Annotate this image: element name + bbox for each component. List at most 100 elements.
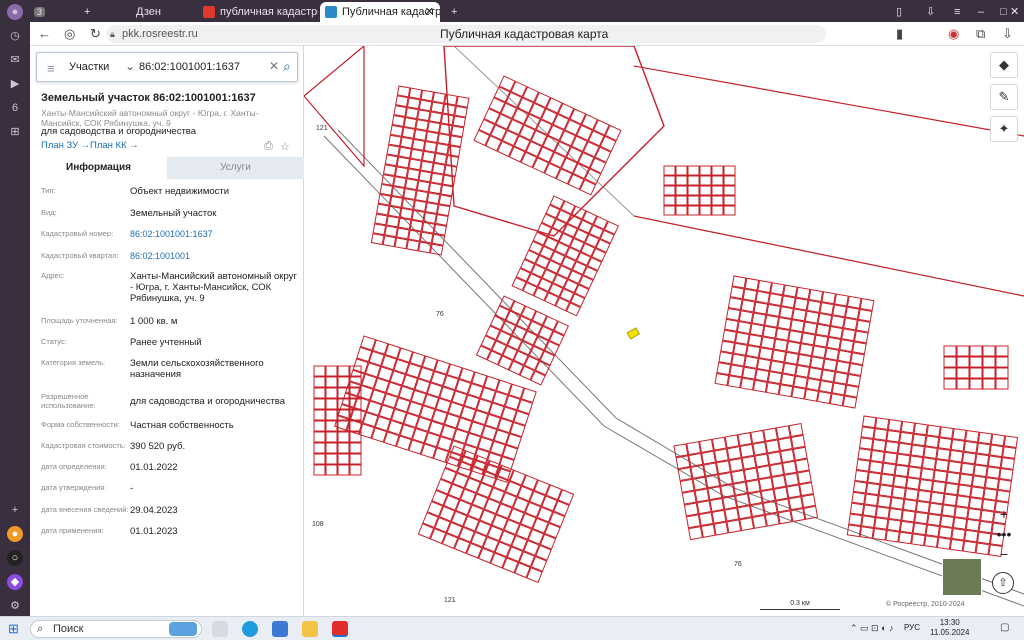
window-close-icon[interactable]: ✕	[1008, 2, 1024, 22]
settings-icon[interactable]: ⚙	[7, 598, 23, 614]
parcel-cell	[725, 307, 741, 322]
task-view-icon[interactable]	[212, 621, 228, 637]
explorer-icon[interactable]	[302, 621, 318, 637]
draw-button[interactable]: ✎	[990, 84, 1018, 110]
print-icon[interactable]: ⎙	[264, 140, 273, 153]
prop-value: Ранее учтенный	[130, 337, 202, 348]
parcel-cell	[795, 286, 811, 300]
zoom-out-button[interactable]: −	[990, 545, 1018, 563]
star-icon[interactable]: ☆	[280, 140, 290, 153]
tray-icons[interactable]: ⌃ ▭ ⊡ ◐ ♪	[850, 623, 894, 634]
search-type-select[interactable]: Участки	[69, 61, 109, 73]
yandex-browser-icon[interactable]	[332, 621, 348, 637]
parcel-cell	[902, 498, 918, 512]
share-icon[interactable]: ⧉	[976, 26, 985, 42]
history-icon[interactable]: ◷	[7, 28, 23, 44]
new-tab-button[interactable]: +	[446, 2, 466, 22]
parcel-cell	[399, 136, 414, 149]
notifications-icon[interactable]: ▢	[1000, 622, 1009, 633]
parcel-cell	[967, 507, 982, 521]
satellite-minimap[interactable]	[942, 558, 982, 596]
parcel-cell	[782, 362, 798, 376]
parcel-cell	[431, 233, 446, 246]
parcel-block	[714, 275, 875, 409]
extension-icon[interactable]: ◉	[948, 26, 959, 42]
video-icon[interactable]: ▶	[7, 76, 23, 92]
menu-icon[interactable]: ≡	[952, 2, 972, 22]
cadastral-map[interactable]: 121 76 76 108 121	[304, 46, 1024, 616]
parcel-cell	[819, 302, 835, 316]
protect-icon[interactable]: ◎	[64, 26, 75, 42]
tab-services[interactable]: Услуги	[167, 157, 304, 179]
tab-search[interactable]: публичная кадастровая	[198, 2, 318, 22]
parcel-cell	[793, 375, 808, 389]
tab-list-chevron[interactable]: ⌄	[58, 2, 80, 22]
assistant-icon[interactable]: ◆	[7, 574, 23, 590]
parcel-cell	[738, 310, 754, 324]
plan-zu-link[interactable]: План ЗУ →	[41, 140, 90, 151]
collections-icon[interactable]: ⊞	[7, 124, 23, 140]
mail-icon[interactable]	[272, 621, 288, 637]
app-orange-icon[interactable]: ●	[7, 526, 23, 542]
add-icon[interactable]: +	[7, 502, 23, 518]
map-canvas[interactable]: 121 76 76 108 121	[304, 46, 1024, 616]
parcel-cell	[758, 477, 774, 492]
zoom-in-button[interactable]: +	[990, 505, 1018, 523]
parcel-cell	[860, 426, 875, 440]
hamburger-icon[interactable]: ≡	[47, 61, 55, 76]
plan-kk-link[interactable]: План КК →	[90, 140, 139, 151]
more-button[interactable]: •••	[990, 525, 1018, 543]
search-box[interactable]: ≡ Участки ⌄ 86:02:1001001:1637 ✕ ⌕	[36, 52, 298, 82]
address-bar: ← ◎ ↻ 🔒︎ pkk.rosreestr.ru Публичная када…	[30, 22, 1024, 46]
new-tab-icon[interactable]: +	[80, 2, 96, 22]
parcel-cell	[325, 387, 338, 399]
cadastral-number-link[interactable]: 86:02:1001001:1637	[130, 229, 300, 240]
parcel-cell	[854, 469, 869, 483]
parcel-cell	[711, 175, 724, 186]
parcel-cell	[673, 443, 689, 458]
search-icon[interactable]: ⌕	[283, 58, 291, 75]
parcel-cell	[780, 295, 796, 309]
back-icon[interactable]: ←	[38, 26, 51, 41]
parcel-cell	[699, 205, 712, 216]
compass-icon[interactable]: ⇧	[992, 572, 1014, 594]
cadastral-quarter-link[interactable]: 86:02:1001001	[130, 251, 300, 262]
downloads-icon[interactable]: ⇩	[924, 2, 940, 22]
profile-avatar[interactable]: ●	[7, 4, 23, 20]
crosshair-icon: ✦	[998, 121, 1010, 136]
parcel-cell	[687, 165, 700, 176]
app-icon[interactable]: 6	[7, 100, 23, 116]
parcel-cell	[960, 462, 975, 476]
bookmark-icon[interactable]: ▮	[896, 26, 903, 42]
edge-icon[interactable]	[242, 621, 258, 637]
parcel-cell	[765, 381, 781, 396]
clear-icon[interactable]: ✕	[269, 59, 279, 73]
parcel-cell	[743, 355, 759, 369]
close-icon[interactable]: ✕	[425, 2, 434, 22]
download-icon[interactable]: ⇩	[1002, 26, 1013, 42]
tab-info[interactable]: Информация	[30, 157, 167, 179]
parcel-cell	[790, 508, 806, 523]
tab-dzen[interactable]: Дзен	[114, 2, 194, 22]
tab-pkk[interactable]: Публичная кадастровая ✕	[320, 2, 440, 22]
parcel-cell	[731, 275, 747, 289]
page-title: Публичная кадастровая карта	[440, 27, 609, 41]
refresh-icon[interactable]: ↻	[90, 26, 101, 42]
clock[interactable]: 13:30 11.05.2024	[930, 618, 969, 638]
bookmarks-icon[interactable]: ▯	[894, 2, 910, 22]
parcel-cell	[747, 491, 763, 506]
windows-start-icon[interactable]: ⊞	[8, 621, 19, 637]
mail-icon[interactable]: ✉	[7, 52, 23, 68]
chevron-down-icon[interactable]: ⌄	[125, 59, 135, 73]
tab-counter[interactable]: 3	[30, 2, 52, 22]
alice-icon[interactable]: ○	[7, 550, 23, 566]
taskbar-search[interactable]: ⌕ Поиск	[30, 620, 202, 638]
language-indicator[interactable]: РУС	[904, 623, 920, 632]
parcel-cell	[756, 465, 772, 480]
search-input[interactable]: 86:02:1001001:1637	[139, 61, 240, 73]
parcel-cell	[797, 353, 812, 368]
locate-button[interactable]: ✦	[990, 116, 1018, 142]
minimize-icon[interactable]: –	[974, 2, 994, 22]
parcel-cell	[910, 444, 925, 458]
layers-button[interactable]: ◆	[990, 52, 1018, 78]
